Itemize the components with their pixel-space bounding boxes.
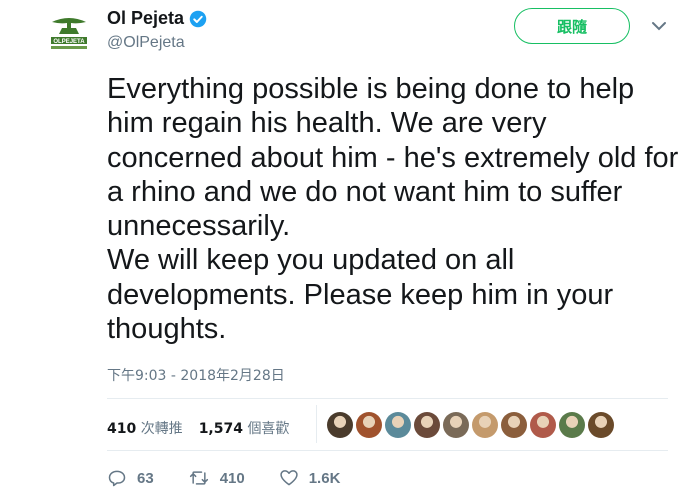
reply-button[interactable]: 63 [107, 468, 154, 488]
liker-avatar[interactable] [443, 412, 469, 438]
display-name[interactable]: Ol Pejeta [107, 8, 184, 29]
liker-avatar[interactable] [559, 412, 585, 438]
divider-top [107, 398, 668, 399]
tweet-timestamp[interactable]: 下午9:03 - 2018年2月28日 [107, 365, 285, 385]
reply-icon [108, 470, 126, 487]
liker-avatar[interactable] [414, 412, 440, 438]
liker-avatar[interactable] [501, 412, 527, 438]
like-count: 1.6K [308, 469, 341, 487]
follow-button[interactable]: 跟隨 [514, 8, 630, 44]
verified-badge-icon [189, 10, 207, 27]
avatar-logo-text: OLPEJETA [53, 39, 85, 45]
tweet-stats: 410 次轉推 1,574 個喜歡 [107, 418, 289, 438]
handle[interactable]: @OlPejeta [107, 34, 185, 52]
liker-avatar[interactable] [356, 412, 382, 438]
liker-avatar[interactable] [588, 412, 614, 438]
liker-avatars [327, 412, 614, 438]
chevron-down-icon[interactable] [651, 20, 667, 32]
heart-icon [280, 470, 298, 486]
retweet-icon [189, 471, 208, 485]
ol-pejeta-logo: OLPEJETA [51, 18, 87, 49]
stats-separator [316, 405, 317, 443]
retweet-stat-label: 次轉推 [140, 421, 183, 437]
like-stat-count: 1,574 [198, 421, 243, 437]
liker-avatar[interactable] [385, 412, 411, 438]
name-row: Ol Pejeta [107, 8, 207, 29]
like-button[interactable]: 1.6K [279, 468, 341, 488]
like-stat-label: 個喜歡 [247, 421, 290, 437]
tweet-text: Everything possible is being done to hel… [107, 73, 679, 346]
liker-avatar[interactable] [530, 412, 556, 438]
retweet-stat[interactable]: 410 次轉推 [107, 418, 183, 438]
like-stat[interactable]: 1,574 個喜歡 [199, 418, 290, 438]
liker-avatar[interactable] [327, 412, 353, 438]
retweet-count: 410 [219, 469, 245, 487]
retweet-button[interactable]: 410 [188, 468, 245, 488]
retweet-stat-count: 410 [107, 421, 137, 437]
reply-count: 63 [137, 469, 154, 487]
action-bar: 63 410 1.6K [107, 468, 374, 488]
liker-avatar[interactable] [472, 412, 498, 438]
avatar[interactable]: OLPEJETA [44, 10, 94, 60]
divider-bottom [107, 450, 668, 451]
